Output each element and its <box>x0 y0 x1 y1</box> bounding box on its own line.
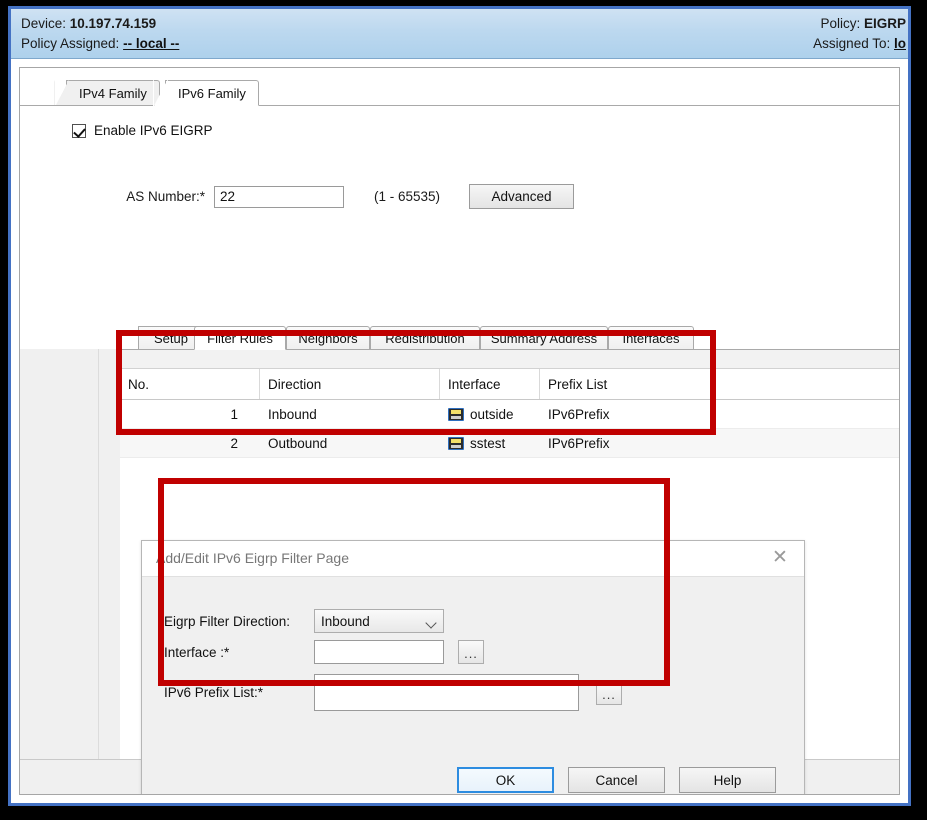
assigned-to-label: Assigned To: <box>813 36 891 51</box>
enable-ipv6-eigrp-row[interactable]: Enable IPv6 EIGRP <box>72 123 213 138</box>
dialog-footer: OK Cancel Help <box>142 759 804 794</box>
grid-col-no[interactable]: No. <box>120 369 260 399</box>
chevron-down-icon <box>425 617 437 629</box>
assigned-to-link[interactable]: lo <box>894 36 906 51</box>
policy-assigned-label: Policy Assigned: <box>21 36 120 51</box>
tab-redistribution-label: Redistribution <box>385 331 465 346</box>
interface-row: Interface :* ... <box>164 640 484 664</box>
family-tabstrip: IPv4 Family IPv6 Family <box>20 78 899 107</box>
row-interface-label: outside <box>470 406 514 422</box>
tab-interfaces[interactable]: Interfaces <box>608 326 694 350</box>
grid-col-interface[interactable]: Interface <box>440 369 540 399</box>
policy-line: Policy: EIGRP <box>813 14 906 34</box>
tab-neighbors-label: Neighbors <box>298 331 358 346</box>
policy-value: EIGRP <box>863 16 906 31</box>
dialog-button-group: OK Cancel Help <box>457 767 776 793</box>
device-value: 10.197.74.159 <box>69 16 157 31</box>
interface-input[interactable] <box>314 640 444 664</box>
policy-assigned-link[interactable]: -- local -- <box>123 36 179 51</box>
tab-filter-rules-label: Filter Rules <box>207 330 273 346</box>
as-number-row: AS Number:* 22 (1 - 65535) Advanced <box>120 184 574 209</box>
row-direction: Inbound <box>268 406 317 422</box>
device-policy-header: Device: 10.197.74.159 Policy Assigned: -… <box>11 9 908 59</box>
interface-label: Interface :* <box>164 644 230 660</box>
ok-button[interactable]: OK <box>457 767 554 793</box>
grid-toolbar <box>120 350 899 369</box>
close-icon[interactable]: ✕ <box>770 548 790 569</box>
policy-assigned-line: Policy Assigned: -- local -- <box>21 34 179 54</box>
tab-ipv4-family[interactable]: IPv4 Family <box>54 80 160 107</box>
row-no: 2 <box>230 435 238 451</box>
tab-summary-address[interactable]: Summary Address <box>480 326 608 350</box>
policy-label: Policy: <box>820 16 861 31</box>
grid-col-direction[interactable]: Direction <box>260 369 440 399</box>
network-interface-icon <box>448 407 464 421</box>
as-number-label: AS Number:* <box>126 189 205 204</box>
direction-select[interactable]: Inbound <box>314 609 444 633</box>
prefix-list-browse-button[interactable]: ... <box>596 680 622 705</box>
enable-ipv6-eigrp-label: Enable IPv6 EIGRP <box>94 123 213 138</box>
grid-header-row: No. Direction Interface Prefix List <box>120 369 899 400</box>
header-right-group: Policy: EIGRP Assigned To: lo <box>813 14 906 54</box>
content-panel: IPv4 Family IPv6 Family Enable IPv6 EIGR… <box>19 67 900 795</box>
tab-filter-rules[interactable]: Filter Rules <box>194 326 286 350</box>
prefix-list-input[interactable] <box>314 674 579 711</box>
row-no: 1 <box>230 406 238 422</box>
tab-interfaces-label: Interfaces <box>622 331 680 346</box>
header-left-group: Device: 10.197.74.159 Policy Assigned: -… <box>21 14 179 54</box>
direction-row: Eigrp Filter Direction: Inbound <box>164 609 444 633</box>
row-interface-label: sstest <box>470 435 506 451</box>
network-interface-icon <box>448 436 464 450</box>
direction-selected-value: Inbound <box>321 613 370 629</box>
as-number-input[interactable]: 22 <box>214 185 344 208</box>
tab-summary-address-label: Summary Address <box>490 331 598 346</box>
prefix-list-label: IPv6 Prefix List:* <box>164 685 264 700</box>
enable-ipv6-eigrp-checkbox[interactable] <box>72 123 86 138</box>
application-window: Device: 10.197.74.159 Policy Assigned: -… <box>8 6 911 806</box>
dialog-titlebar: Add/Edit IPv6 Eigrp Filter Page ✕ <box>142 541 804 577</box>
cancel-button[interactable]: Cancel <box>568 767 665 793</box>
eigrp-inner-tabstrip: Setup Filter Rules Neighbors Redistribut… <box>120 324 899 350</box>
row-interface: sstest <box>440 429 540 457</box>
dialog-body: Eigrp Filter Direction: Inbound Interfac… <box>142 577 804 759</box>
grid-col-prefix-list[interactable]: Prefix List <box>540 369 720 399</box>
tab-neighbors[interactable]: Neighbors <box>286 326 370 350</box>
device-label: Device: <box>21 16 67 31</box>
assigned-to-line: Assigned To: lo <box>813 34 906 54</box>
filter-rules-grid: No. Direction Interface Prefix List 1 In… <box>120 369 899 458</box>
advanced-button[interactable]: Advanced <box>469 184 574 209</box>
left-gutter-panel <box>20 349 121 794</box>
prefix-list-row: IPv6 Prefix List:* ... <box>164 674 622 711</box>
table-row[interactable]: 1 Inbound outside IPv6Prefix <box>120 400 899 429</box>
gutter-divider <box>98 349 99 794</box>
tab-ipv4-family-label: IPv4 Family <box>79 86 147 101</box>
table-row[interactable]: 2 Outbound sstest IPv6Prefix <box>120 429 899 458</box>
tab-ipv6-family-label: IPv6 Family <box>178 85 246 101</box>
tab-ipv6-family[interactable]: IPv6 Family <box>153 79 259 106</box>
row-prefix-list: IPv6Prefix <box>548 435 610 451</box>
add-edit-filter-dialog: Add/Edit IPv6 Eigrp Filter Page ✕ Eigrp … <box>141 540 805 794</box>
device-line: Device: 10.197.74.159 <box>21 14 179 34</box>
interface-browse-button[interactable]: ... <box>458 640 484 664</box>
tab-setup-label: Setup <box>154 331 188 346</box>
tab-redistribution[interactable]: Redistribution <box>370 326 480 350</box>
row-direction: Outbound <box>268 435 328 451</box>
dialog-title: Add/Edit IPv6 Eigrp Filter Page <box>156 550 349 566</box>
row-interface: outside <box>440 400 540 428</box>
help-button[interactable]: Help <box>679 767 776 793</box>
row-prefix-list: IPv6Prefix <box>548 406 610 422</box>
direction-label: Eigrp Filter Direction: <box>164 613 291 629</box>
as-number-range-hint: (1 - 65535) <box>374 189 441 204</box>
